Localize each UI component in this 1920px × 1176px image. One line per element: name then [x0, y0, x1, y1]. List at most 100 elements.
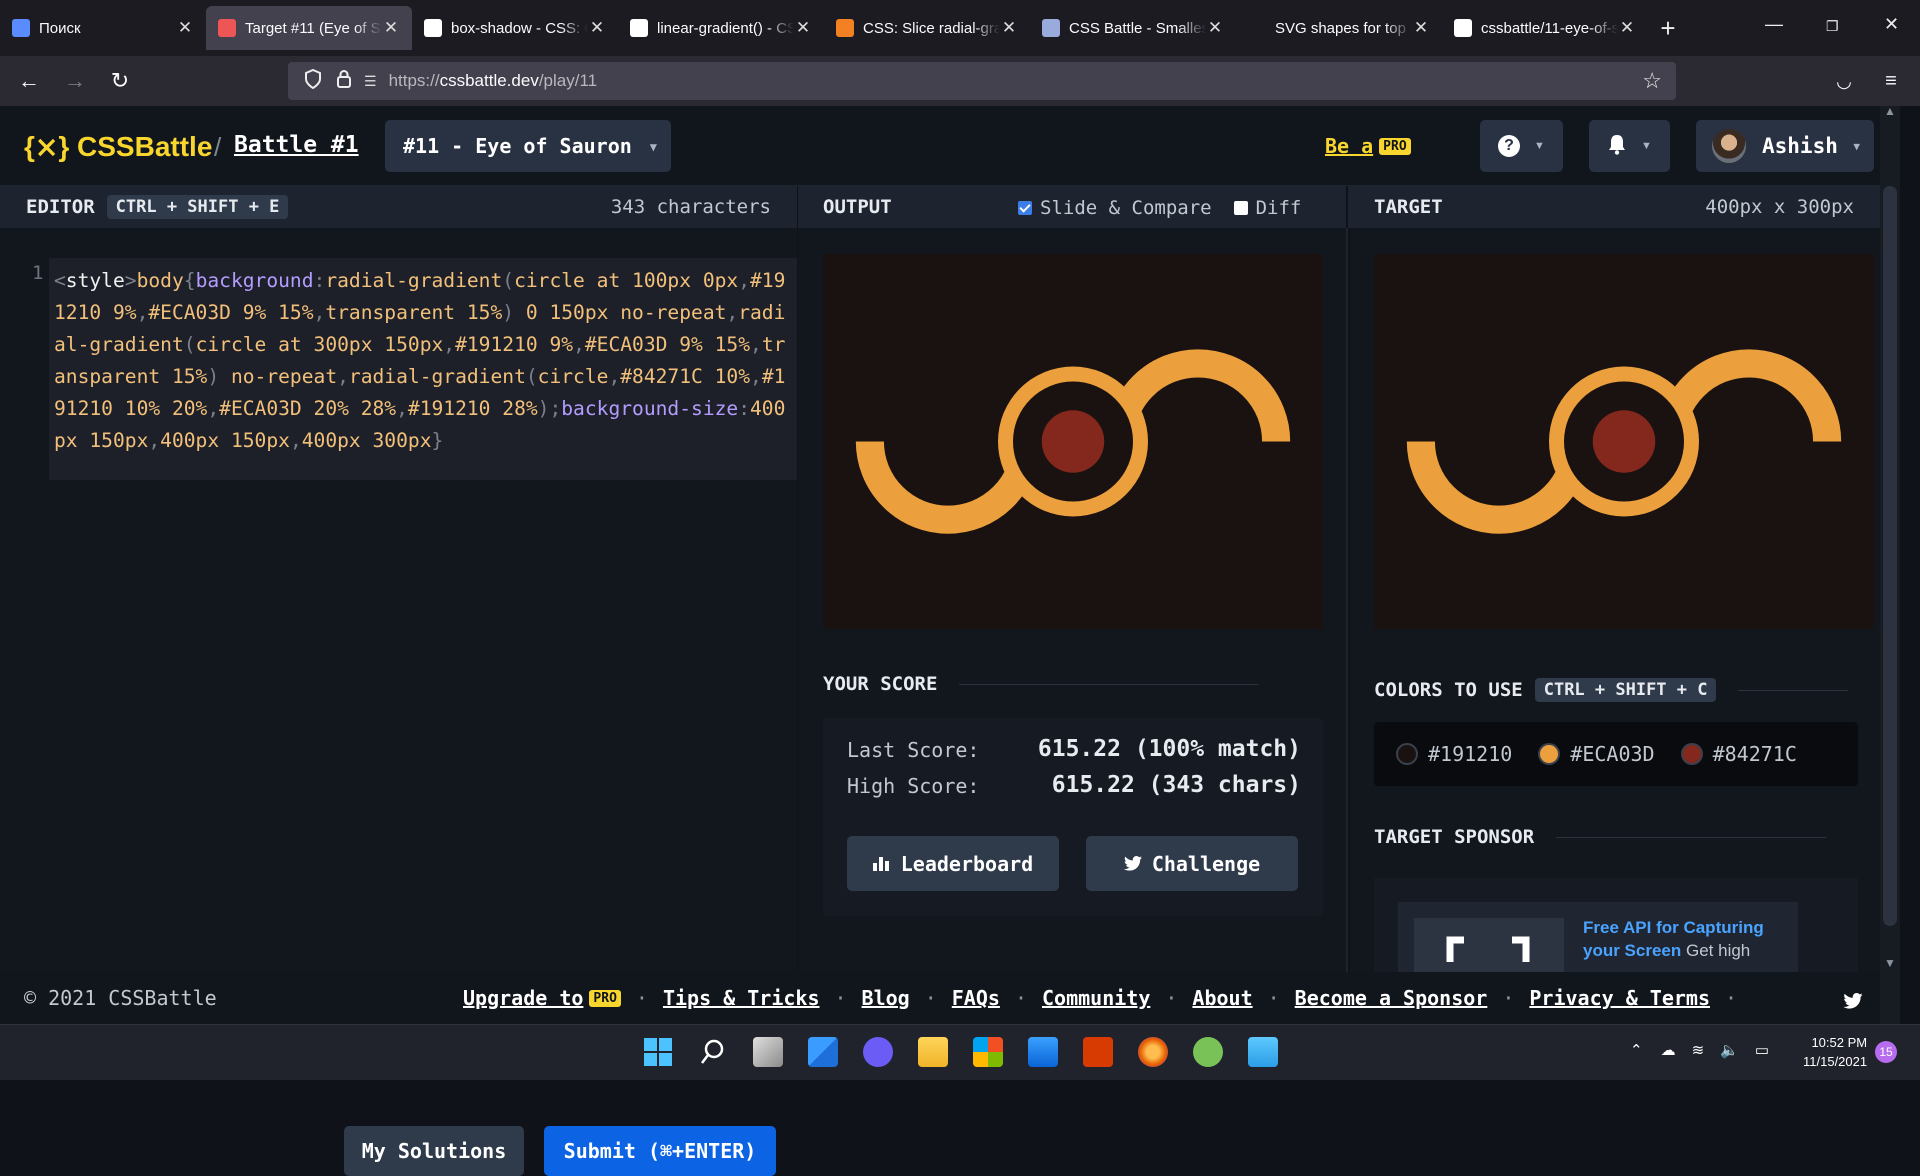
diff-label[interactable]: Diff — [1256, 197, 1302, 219]
submit-button[interactable]: Submit (⌘+ENTER) — [544, 1126, 776, 1176]
tab-title: CSS: Slice radial-gradient — [863, 19, 1000, 37]
target-preview[interactable] — [1374, 254, 1874, 629]
page-scrollbar[interactable]: ▲ ▼ — [1880, 104, 1920, 1024]
firefox-icon[interactable] — [1138, 1037, 1168, 1067]
user-menu[interactable]: Ashish ▼ — [1696, 120, 1874, 172]
leaderboard-button[interactable]: Leaderboard — [847, 836, 1059, 891]
close-icon[interactable]: ✕ — [1618, 18, 1636, 38]
volume-icon[interactable]: 🔈 — [1720, 1041, 1739, 1059]
browser-tab[interactable]: SVG shapes for top score✕ — [1236, 6, 1442, 50]
browser-tab[interactable]: cssbattle/11-eye-of-sauron✕ — [1442, 6, 1648, 50]
scroll-down-icon[interactable]: ▼ — [1884, 956, 1896, 970]
wifi-icon[interactable]: ≋ — [1692, 1041, 1705, 1059]
notification-badge[interactable]: 15 — [1875, 1041, 1897, 1063]
chat-icon[interactable] — [863, 1037, 893, 1067]
high-score-value: 615.22 (343 chars) — [1051, 772, 1301, 798]
file-explorer-icon[interactable] — [918, 1037, 948, 1067]
browser-tab[interactable]: CSS: Slice radial-gradient✕ — [824, 6, 1030, 50]
close-icon[interactable]: ✕ — [588, 18, 606, 38]
menu-icon[interactable]: ≡ — [1876, 70, 1906, 93]
browser-tab[interactable]: Поиск ✕ — [0, 6, 206, 50]
footer-link[interactable]: Privacy & Terms — [1529, 986, 1710, 1010]
editor-shortcut: CTRL + SHIFT + E — [106, 195, 289, 219]
twitter-footer-icon[interactable] — [1843, 990, 1863, 1014]
notepad-icon[interactable] — [1248, 1037, 1278, 1067]
system-tray[interactable]: ⌃ ☁ ≋ 🔈 ▭ — [1630, 1041, 1769, 1059]
target-select[interactable]: #11 - Eye of Sauron ▼ — [385, 120, 671, 172]
shield-icon[interactable] — [304, 68, 322, 94]
color-swatch[interactable]: #191210 — [1396, 742, 1512, 766]
code-text[interactable]: <style>body{background:radial-gradient(c… — [49, 258, 797, 480]
close-icon[interactable]: ✕ — [1206, 18, 1224, 38]
browser-tab[interactable]: box-shadow - CSS: Cascading✕ — [412, 6, 618, 50]
bookmark-star-icon[interactable]: ☆ — [1642, 68, 1662, 94]
output-header: OUTPUT Slide & Compare Diff — [798, 186, 1346, 228]
pocket-icon[interactable]: ◡ — [1829, 71, 1859, 92]
slide-compare-label[interactable]: Slide & Compare — [1040, 197, 1212, 219]
minimize-icon[interactable]: — — [1765, 14, 1783, 35]
my-solutions-button[interactable]: My Solutions — [344, 1126, 524, 1176]
color-swatch[interactable]: #84271C — [1680, 742, 1797, 766]
mail-icon[interactable] — [1028, 1037, 1058, 1067]
sponsor-card[interactable]: Free API for Capturing your Screen Get h… — [1398, 902, 1798, 972]
cloud-icon[interactable]: ☁ — [1661, 1041, 1676, 1059]
battle-link[interactable]: Battle #1 — [234, 132, 359, 158]
upgrade-link[interactable]: Upgrade to PRO — [463, 986, 621, 1010]
cssbattle-logo[interactable]: {⨯} CSSBattle — [24, 130, 212, 163]
code-editor[interactable]: 1 <style>body{background:radial-gradient… — [0, 228, 797, 1176]
slide-compare-checkbox[interactable] — [1018, 201, 1032, 215]
close-icon[interactable]: ✕ — [794, 18, 812, 38]
battery-icon[interactable]: ▭ — [1755, 1041, 1769, 1059]
restore-icon[interactable]: ❐ — [1826, 18, 1839, 35]
close-icon[interactable]: ✕ — [382, 18, 400, 38]
colors-title: COLORS TO USE — [1374, 679, 1523, 701]
target-drawing — [1374, 254, 1874, 629]
footer-link[interactable]: FAQs — [952, 986, 1000, 1010]
start-icon[interactable] — [643, 1037, 673, 1067]
browser-tab[interactable]: Target #11 (Eye of Sauron)✕ — [206, 6, 412, 50]
lock-icon[interactable] — [336, 69, 352, 94]
high-score-label: High Score: — [847, 774, 980, 798]
clock[interactable]: 10:52 PM 11/15/2021 — [1803, 1033, 1867, 1071]
store-icon[interactable] — [973, 1037, 1003, 1067]
new-tab-button[interactable]: + — [1648, 13, 1688, 44]
url-bar[interactable]: ☰ https://cssbattle.dev/play/11 ☆ — [288, 62, 1676, 100]
sponsor-tail: Get high — [1686, 941, 1751, 960]
utorrent-icon[interactable] — [1193, 1037, 1223, 1067]
color-swatch[interactable]: #ECA03D — [1538, 742, 1655, 766]
browser-tab[interactable]: linear-gradient() - CSS ✕ — [618, 6, 824, 50]
office-icon[interactable] — [1083, 1037, 1113, 1067]
footer-link[interactable]: Tips & Tricks — [663, 986, 820, 1010]
chevron-up-icon[interactable]: ⌃ — [1630, 1041, 1643, 1059]
browser-tab[interactable]: CSS Battle - Smallest ✕ — [1030, 6, 1236, 50]
footer-link[interactable]: Community — [1042, 986, 1150, 1010]
challenge-button[interactable]: Challenge — [1086, 836, 1298, 891]
forward-arrow-icon[interactable]: → — [60, 68, 90, 94]
scroll-up-icon[interactable]: ▲ — [1884, 104, 1896, 118]
reload-icon[interactable]: ↻ — [105, 68, 135, 94]
diff-checkbox[interactable] — [1233, 201, 1248, 215]
footer-link[interactable]: Become a Sponsor — [1295, 986, 1488, 1010]
back-arrow-icon[interactable]: ← — [14, 68, 44, 94]
permissions-icon[interactable]: ☰ — [364, 73, 377, 90]
close-icon[interactable]: ✕ — [1412, 18, 1430, 38]
target-header: TARGET 400px x 300px — [1348, 186, 1880, 228]
notifications-button[interactable]: ▼ — [1589, 120, 1670, 172]
window-close-icon[interactable]: ✕ — [1884, 14, 1899, 35]
output-preview[interactable] — [823, 254, 1323, 629]
footer-separator: · — [1267, 986, 1280, 1010]
chevron-down-icon: ▼ — [1853, 139, 1860, 153]
close-icon[interactable]: ✕ — [1000, 18, 1018, 38]
footer-link[interactable]: Blog — [862, 986, 910, 1010]
tab-list: Поиск✕Target #11 (Eye of Sauron)✕box-sha… — [0, 6, 1648, 50]
close-icon[interactable]: ✕ — [176, 18, 194, 38]
be-pro-link[interactable]: Be a PRO — [1325, 134, 1411, 158]
score-card: Last Score: 615.22 (100% match) High Sco… — [823, 718, 1323, 916]
bell-icon — [1607, 133, 1627, 160]
color-dot — [1680, 743, 1703, 765]
search-icon[interactable] — [698, 1037, 728, 1067]
help-button[interactable]: ? ▼ — [1480, 120, 1563, 172]
footer-link[interactable]: About — [1192, 986, 1252, 1010]
widgets-icon[interactable] — [808, 1037, 838, 1067]
task-view-icon[interactable] — [753, 1037, 783, 1067]
